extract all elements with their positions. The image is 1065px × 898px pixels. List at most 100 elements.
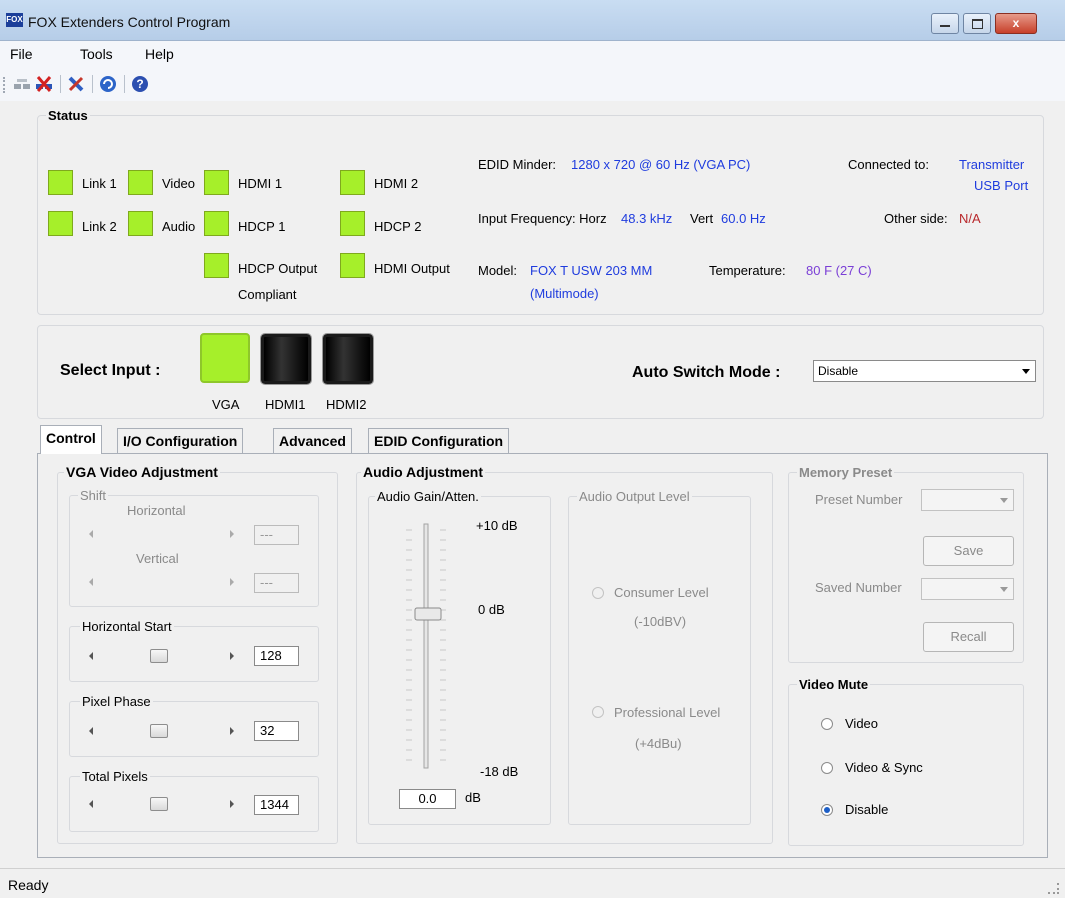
minimize-button[interactable] (931, 13, 959, 34)
vga-adjustment-title: VGA Video Adjustment (64, 464, 220, 480)
horizontal-start-label: Horizontal Start (80, 619, 174, 634)
help-icon[interactable]: ? (131, 75, 149, 93)
tab-advanced[interactable]: Advanced (273, 428, 352, 453)
hdcp-output-led (204, 253, 229, 278)
connected-to-value: Transmitter (959, 157, 1025, 172)
professional-level-label: Professional Level (614, 705, 721, 720)
audio-gain-group: Audio Gain/Atten. (368, 489, 551, 825)
gain-value[interactable]: 0.0 (399, 789, 456, 809)
hdmi2-label: HDMI 2 (374, 176, 419, 191)
saved-number-select[interactable] (921, 578, 1014, 600)
total-pixels-slider[interactable] (83, 797, 240, 811)
tools-icon[interactable] (67, 75, 85, 93)
preset-number-select[interactable] (921, 489, 1014, 511)
scroll-right-icon (230, 727, 234, 735)
mute-disable-label: Disable (845, 802, 889, 817)
maximize-button[interactable] (963, 13, 991, 34)
scroll-left-icon (89, 578, 93, 586)
menu-file[interactable]: File (10, 46, 33, 62)
vga-input-button[interactable] (200, 333, 250, 383)
save-button[interactable]: Save (923, 536, 1014, 566)
horz-frequency-value: 48.3 kHz (621, 211, 673, 226)
total-pixels-value[interactable]: 1344 (254, 795, 299, 815)
slider-thumb[interactable] (150, 724, 168, 738)
shift-label: Shift (78, 488, 109, 503)
chevron-down-icon (1022, 369, 1030, 374)
pixel-phase-slider[interactable] (83, 724, 240, 738)
vga-input-label: VGA (212, 397, 240, 412)
gain-min-label: -18 dB (480, 764, 519, 779)
audio-adjustment-title: Audio Adjustment (361, 464, 486, 480)
temperature-label: Temperature: (709, 263, 786, 278)
chevron-down-icon (1000, 498, 1008, 503)
mute-disable-radio[interactable] (821, 804, 833, 816)
menu-help[interactable]: Help (145, 46, 174, 62)
resize-grip-icon[interactable] (1048, 883, 1059, 894)
edid-minder-value: 1280 x 720 @ 60 Hz (VGA PC) (571, 157, 751, 172)
consumer-level-label: Consumer Level (614, 585, 709, 600)
close-button[interactable]: x (995, 13, 1037, 34)
slider-thumb[interactable] (150, 797, 168, 811)
audio-output-label: Audio Output Level (577, 489, 692, 504)
pixel-phase-value[interactable]: 32 (254, 721, 299, 741)
hdmi2-led (340, 170, 365, 195)
gain-mid-label: 0 dB (478, 602, 505, 617)
connect-icon[interactable] (13, 75, 31, 93)
hdcp2-label: HDCP 2 (374, 219, 422, 234)
window-title: FOX Extenders Control Program (28, 14, 231, 30)
hdmi1-input-button[interactable] (260, 333, 312, 385)
tab-io-configuration[interactable]: I/O Configuration (117, 428, 244, 453)
link2-label: Link 2 (82, 219, 117, 234)
title-bar: FOX FOX Extenders Control Program x (0, 0, 1065, 41)
menu-tools[interactable]: Tools (80, 46, 113, 62)
consumer-level-sub: (-10dBV) (634, 614, 687, 629)
horizontal-start-slider[interactable] (83, 649, 240, 663)
slider-thumb[interactable] (150, 649, 168, 663)
gain-max-label: +10 dB (476, 518, 518, 533)
horizontal-shift-slider[interactable] (83, 527, 240, 541)
hdmi-output-label: HDMI Output (374, 261, 450, 276)
mute-video-sync-radio[interactable] (821, 762, 833, 774)
consumer-level-radio[interactable] (592, 587, 604, 599)
status-group-title: Status (46, 108, 90, 123)
disconnect-icon[interactable] (35, 75, 53, 93)
hdmi2-input-button[interactable] (322, 333, 374, 385)
gain-slider-thumb (414, 607, 442, 621)
professional-level-sub: (+4dBu) (635, 736, 682, 751)
vert-label: Vert (690, 211, 714, 226)
video-mute-title: Video Mute (797, 677, 871, 692)
total-pixels-label: Total Pixels (80, 769, 150, 784)
audio-gain-slider[interactable] (398, 522, 458, 772)
auto-switch-select[interactable]: Disable (813, 360, 1036, 382)
minimize-icon (940, 25, 950, 27)
professional-level-radio[interactable] (592, 706, 604, 718)
edid-minder-label: EDID Minder: (478, 157, 557, 172)
refresh-icon[interactable] (99, 75, 117, 93)
pixel-phase-label: Pixel Phase (80, 694, 153, 709)
video-label: Video (162, 176, 196, 191)
horizontal-start-value[interactable]: 128 (254, 646, 299, 666)
auto-switch-value: Disable (818, 364, 859, 378)
scroll-left-icon (89, 530, 93, 538)
scroll-right-icon (230, 578, 234, 586)
link2-led (48, 211, 73, 236)
scroll-right-icon (230, 652, 234, 660)
recall-button[interactable]: Recall (923, 622, 1014, 652)
scroll-left-icon (89, 652, 93, 660)
hdcp-compliant-label: Compliant (238, 287, 297, 302)
tab-edid-configuration[interactable]: EDID Configuration (368, 428, 510, 453)
connected-to-label: Connected to: (848, 157, 929, 172)
maximize-icon (972, 19, 983, 29)
link1-label: Link 1 (82, 176, 117, 191)
mute-video-radio[interactable] (821, 718, 833, 730)
mute-video-label: Video (845, 716, 879, 731)
audio-label: Audio (162, 219, 196, 234)
preset-number-label: Preset Number (815, 492, 903, 507)
gain-unit: dB (465, 790, 481, 805)
connected-port-value: USB Port (974, 178, 1029, 193)
toolbar-grip (3, 77, 7, 93)
tab-control[interactable]: Control (40, 425, 102, 454)
vertical-shift-slider[interactable] (83, 575, 240, 589)
hdcp-output-label: HDCP Output (238, 261, 318, 276)
toolbar: ? (0, 67, 1065, 101)
